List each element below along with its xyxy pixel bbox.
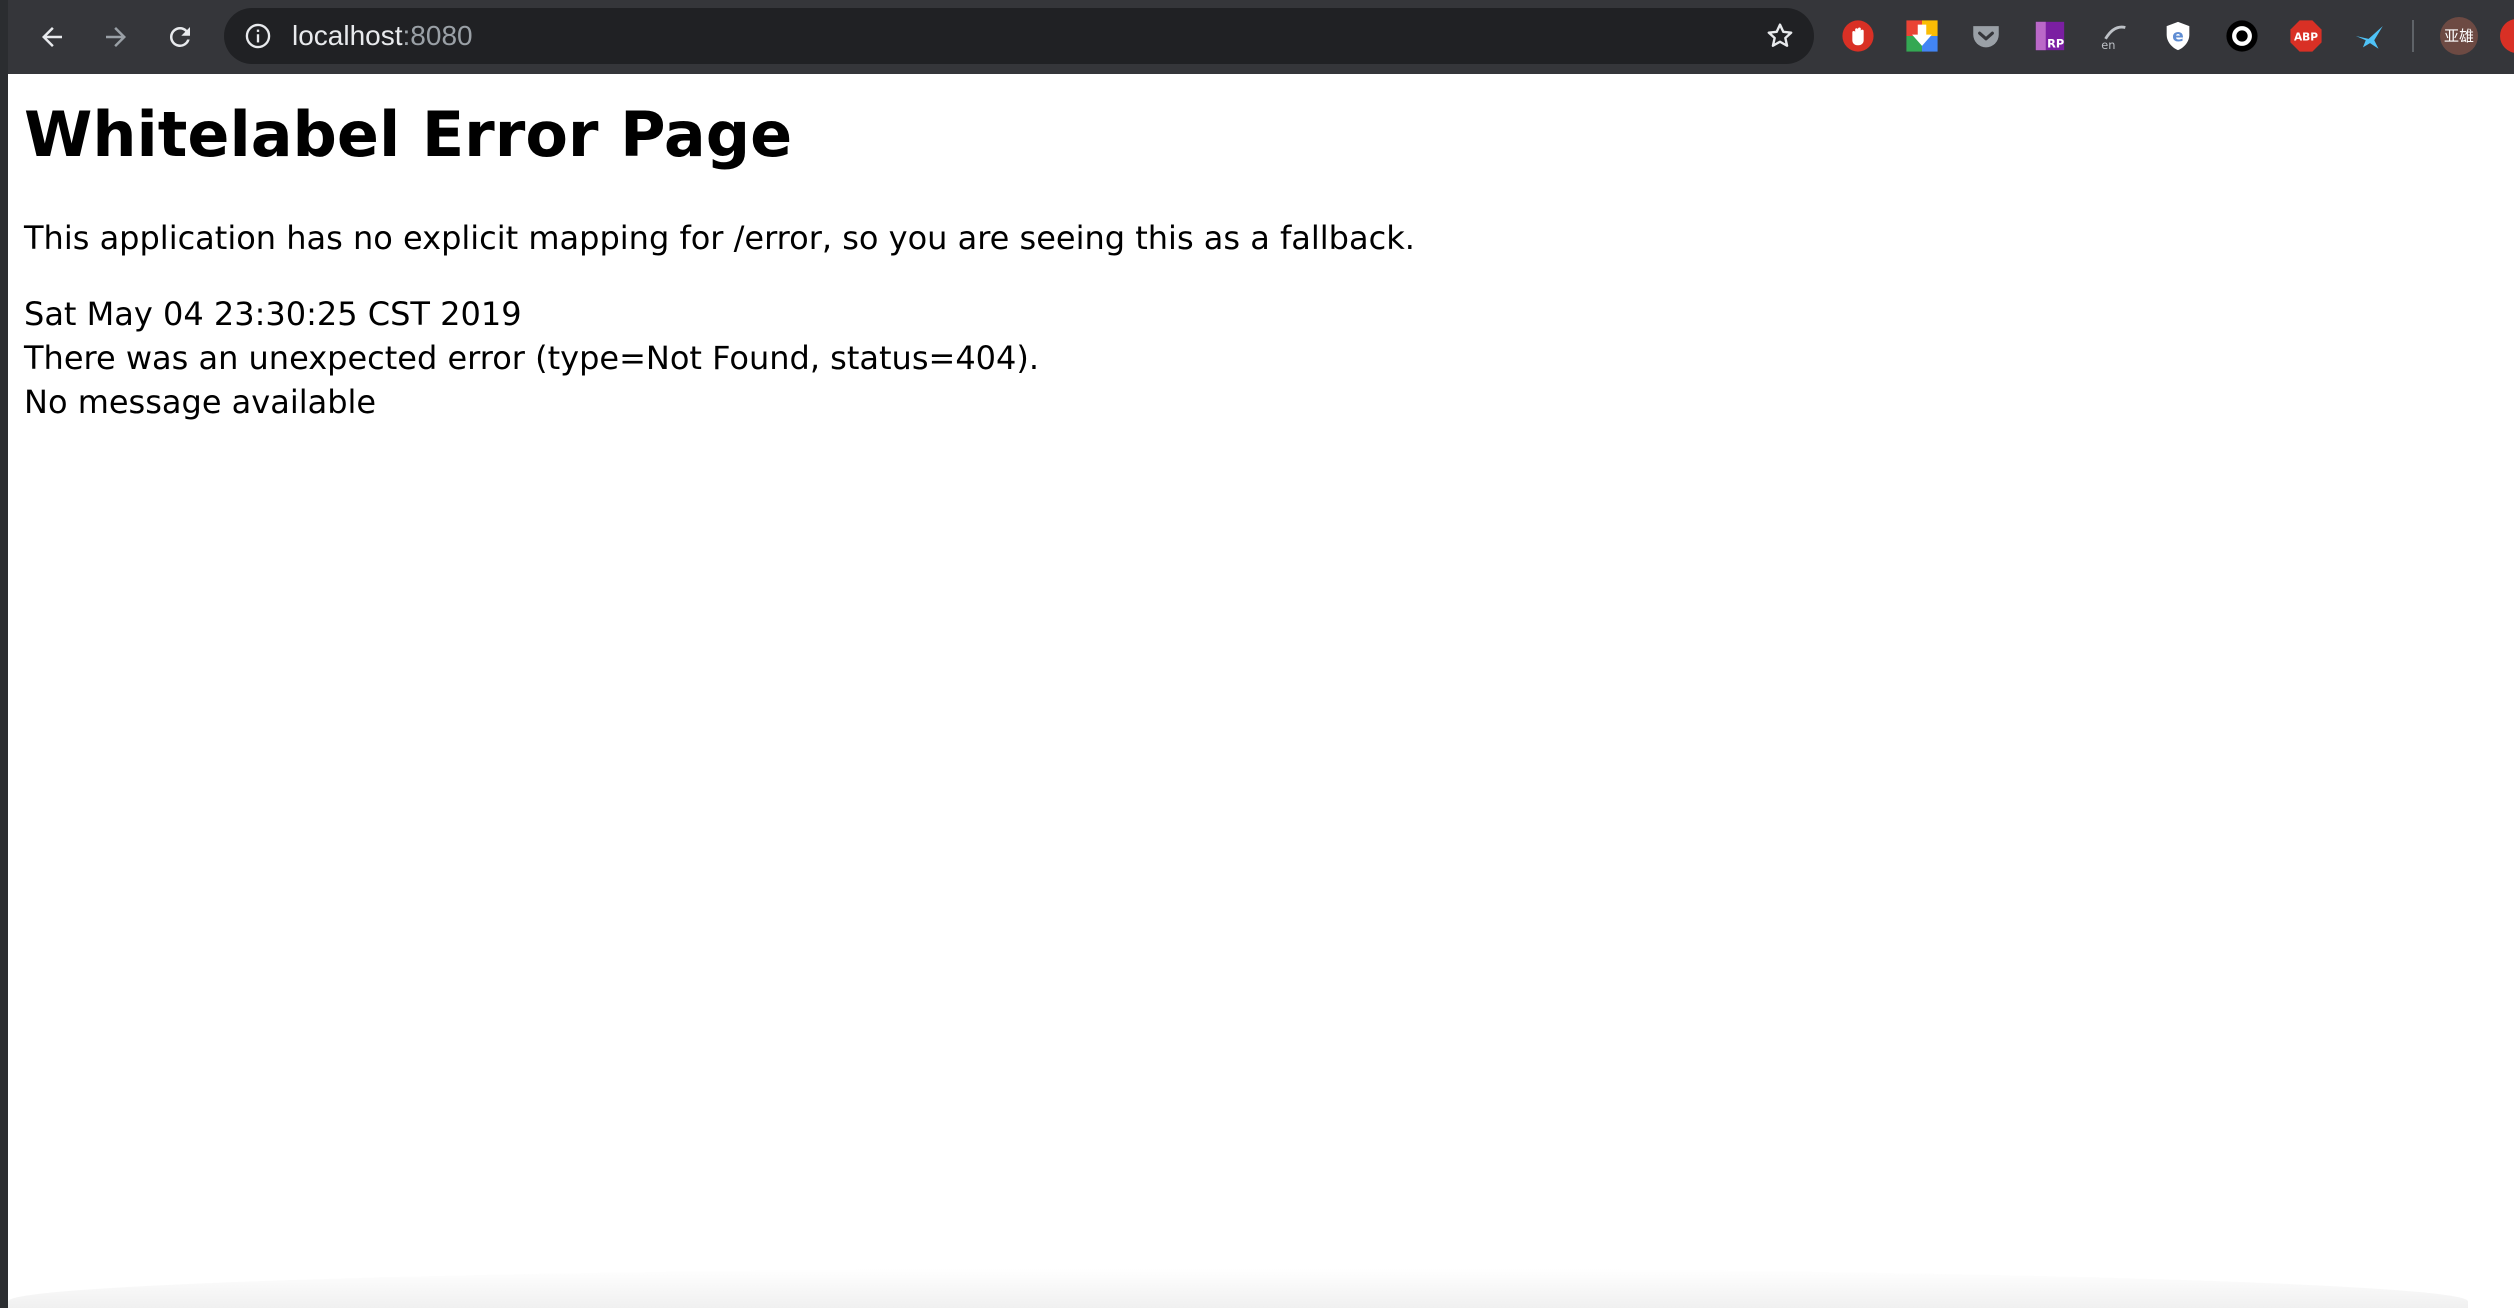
adblock-plus-extension-icon[interactable]: ABP (2288, 18, 2324, 54)
back-button[interactable] (28, 13, 76, 61)
browser-window: localhost:8080 RP en e ABP 亚雄 Whitelabel… (0, 0, 2514, 1308)
window-edge (0, 0, 8, 1308)
bookmark-star-icon[interactable] (1764, 20, 1796, 52)
rp-extension-icon[interactable]: RP (2032, 18, 2068, 54)
bottom-shadow (8, 1268, 2468, 1308)
e-shield-extension-icon[interactable]: e (2160, 18, 2196, 54)
pocket-extension-icon[interactable] (1968, 18, 2004, 54)
bird-extension-icon[interactable] (2352, 18, 2388, 54)
error-status: There was an unexpected error (type=Not … (24, 339, 1040, 377)
browser-toolbar: localhost:8080 RP en e ABP 亚雄 (0, 0, 2514, 74)
profile-avatar[interactable]: 亚雄 (2440, 17, 2478, 55)
svg-text:ABP: ABP (2294, 30, 2318, 43)
svg-text:e: e (2172, 27, 2184, 47)
page-content: Whitelabel Error Page This application h… (24, 74, 2484, 424)
error-details: Sat May 04 23:30:25 CST 2019 There was a… (24, 292, 2484, 424)
arrow-left-icon (42, 27, 62, 47)
svg-text:RP: RP (2047, 36, 2064, 50)
error-intro: This application has no explicit mapping… (24, 219, 1415, 257)
url-text[interactable]: localhost:8080 (292, 21, 473, 51)
toolbar-divider (2412, 20, 2414, 52)
forward-button[interactable] (92, 13, 140, 61)
error-timestamp: Sat May 04 23:30:25 CST 2019 (24, 295, 522, 333)
url-port: :8080 (402, 20, 473, 51)
hand-stop-extension-icon[interactable] (1840, 18, 1876, 54)
download-extension-icon[interactable] (1904, 18, 1940, 54)
ring-extension-icon[interactable] (2224, 18, 2260, 54)
address-bar[interactable]: localhost:8080 (224, 8, 1814, 64)
reload-icon (169, 26, 190, 47)
info-icon[interactable] (244, 22, 272, 50)
overflow-extension-icon[interactable] (2500, 19, 2514, 53)
error-message: No message available (24, 383, 377, 421)
url-host: localhost (292, 20, 403, 51)
page-title: Whitelabel Error Page (24, 98, 793, 171)
reload-button[interactable] (156, 13, 204, 61)
arrow-right-icon (106, 27, 126, 47)
en-translate-extension-icon[interactable]: en (2096, 18, 2132, 54)
svg-text:en: en (2101, 38, 2115, 52)
